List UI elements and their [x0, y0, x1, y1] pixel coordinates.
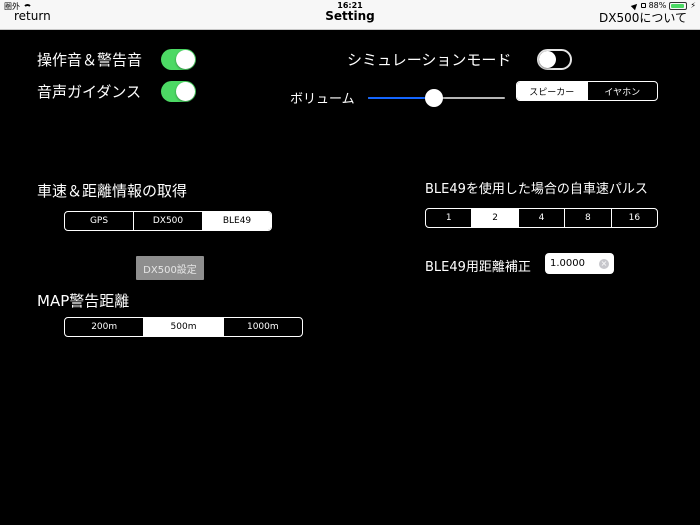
- dx500-settings-button[interactable]: DX500設定: [136, 256, 204, 280]
- map-warning-distance-label: MAP警告距離: [37, 292, 130, 310]
- ble49-distance-correction-label: BLE49用距離補正: [425, 260, 531, 275]
- about-dx500-button[interactable]: DX500について: [599, 9, 687, 26]
- ble49-pulse-option[interactable]: 8: [564, 209, 610, 227]
- speed-source-segmented-control: GPS DX500 BLE49: [64, 211, 272, 231]
- map-warning-distance-option[interactable]: 200m: [65, 318, 143, 336]
- ble49-pulse-option[interactable]: 16: [610, 209, 657, 227]
- map-warning-distance-option[interactable]: 500m: [143, 318, 223, 336]
- ble49-pulse-option[interactable]: 2: [471, 209, 518, 227]
- speed-source-option[interactable]: GPS: [65, 212, 133, 230]
- toggle-knob: [176, 82, 195, 101]
- volume-slider[interactable]: [368, 88, 505, 108]
- toggle-knob: [539, 51, 556, 68]
- ble49-distance-correction-field[interactable]: 1.0000 ×: [545, 253, 614, 274]
- audio-output-option[interactable]: スピーカー: [517, 82, 587, 100]
- voice-guidance-label: 音声ガイダンス: [37, 83, 142, 101]
- slider-thumb[interactable]: [424, 89, 443, 107]
- speed-distance-source-label: 車速＆距離情報の取得: [37, 182, 188, 200]
- simulation-mode-toggle[interactable]: [537, 49, 572, 70]
- ble49-pulse-segmented-control: 1 2 4 8 16: [425, 208, 658, 228]
- operation-warning-sound-label: 操作音＆警告音: [37, 51, 143, 69]
- map-warning-distance-segmented-control: 200m 500m 1000m: [64, 317, 303, 337]
- top-bar: 圏外 16:21 88% ⚡ return Setting DX500について: [0, 0, 700, 30]
- toggle-knob: [176, 50, 195, 69]
- ble49-pulse-option[interactable]: 4: [517, 209, 564, 227]
- ble49-pulse-label: BLE49を使用した場合の自車速パルス: [425, 182, 648, 197]
- page-title: Setting: [325, 9, 375, 23]
- clear-text-icon[interactable]: ×: [599, 258, 609, 269]
- speed-source-option[interactable]: DX500: [133, 212, 202, 230]
- slider-track-fill: [368, 97, 434, 99]
- rotation-lock-icon: [640, 3, 646, 8]
- operation-warning-sound-toggle[interactable]: [161, 49, 196, 70]
- ble49-pulse-option[interactable]: 1: [426, 209, 471, 227]
- distance-correction-value[interactable]: 1.0000: [550, 258, 599, 269]
- audio-output-option[interactable]: イヤホン: [586, 82, 658, 100]
- speed-source-option[interactable]: BLE49: [202, 212, 271, 230]
- simulation-mode-label: シミュレーションモード: [347, 51, 512, 69]
- audio-output-segmented-control: スピーカー イヤホン: [516, 81, 658, 101]
- map-warning-distance-option[interactable]: 1000m: [222, 318, 302, 336]
- voice-guidance-toggle[interactable]: [161, 81, 196, 102]
- volume-label: ボリューム: [290, 92, 355, 107]
